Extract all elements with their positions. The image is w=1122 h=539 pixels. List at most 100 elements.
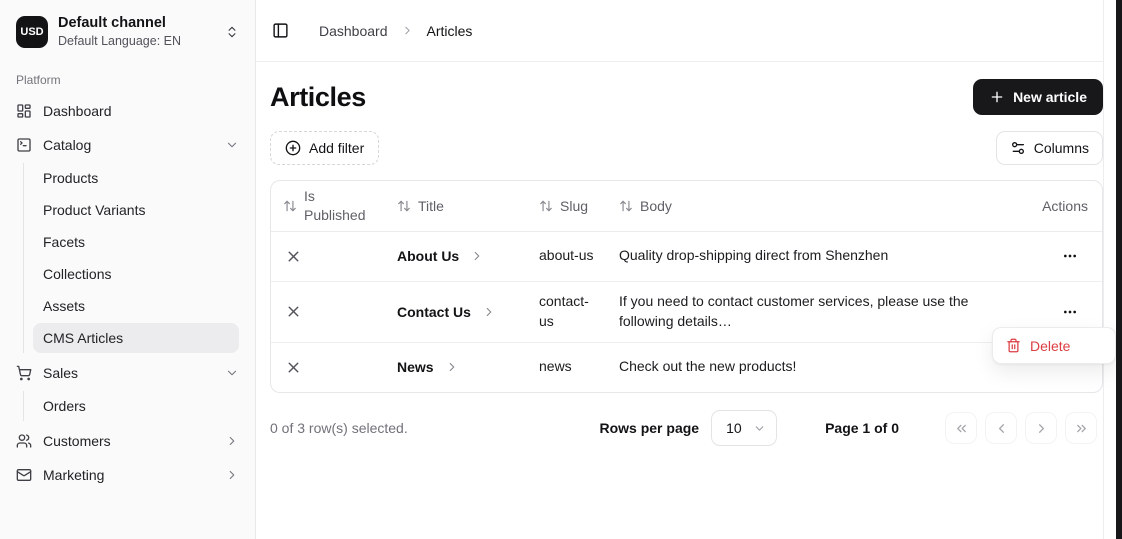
- sidebar-item-cms-articles[interactable]: CMS Articles: [33, 323, 239, 353]
- rows-per-page-label: Rows per page: [599, 420, 699, 436]
- sidebar-item-catalog[interactable]: Catalog: [16, 129, 239, 161]
- add-filter-label: Add filter: [309, 140, 364, 156]
- sidebar-item-label: Product Variants: [43, 202, 145, 218]
- arrow-up-down-icon: [619, 199, 633, 213]
- sort-header-slug[interactable]: Slug: [539, 198, 595, 214]
- chevron-down-icon: [753, 422, 766, 435]
- topbar: Dashboard Articles: [256, 0, 1103, 62]
- chevrons-up-down-icon: [225, 25, 239, 39]
- sidebar-item-assets[interactable]: Assets: [33, 291, 239, 321]
- article-title-link[interactable]: Contact Us: [397, 304, 515, 320]
- sidebar-item-label: Dashboard: [43, 103, 112, 119]
- row-context-menu-delete[interactable]: Delete: [992, 327, 1116, 364]
- sidebar-item-products[interactable]: Products: [33, 163, 239, 193]
- article-slug: about-us: [527, 231, 607, 281]
- sidebar-item-customers[interactable]: Customers: [16, 425, 239, 457]
- circle-plus-icon: [285, 140, 301, 156]
- article-title-link[interactable]: News: [397, 359, 515, 375]
- arrow-up-down-icon: [397, 199, 411, 213]
- sidebar-item-label: Assets: [43, 298, 85, 314]
- breadcrumb-articles: Articles: [427, 23, 473, 39]
- sort-header-body[interactable]: Body: [619, 198, 1006, 214]
- last-page-button[interactable]: [1065, 412, 1097, 444]
- sidebar-item-label: Products: [43, 170, 98, 186]
- sidebar-item-label: Collections: [43, 266, 111, 282]
- first-page-button[interactable]: [945, 412, 977, 444]
- channel-currency-badge: USD: [16, 16, 48, 48]
- row-actions-menu-button[interactable]: [1058, 300, 1082, 324]
- panel-left-toggle-icon[interactable]: [272, 22, 289, 39]
- column-header-label: Is Published: [304, 187, 366, 225]
- articles-table: Is Published Title: [270, 180, 1103, 393]
- chevron-down-icon: [225, 138, 239, 152]
- chevron-right-icon: [445, 360, 459, 374]
- plus-icon: [989, 89, 1005, 105]
- chevrons-left-icon: [954, 421, 969, 436]
- sidebar-item-label: Customers: [43, 433, 111, 449]
- article-title-link[interactable]: About Us: [397, 248, 515, 264]
- sidebar-item-collections[interactable]: Collections: [33, 259, 239, 289]
- column-header-actions: Actions: [1018, 181, 1102, 231]
- article-body: Check out the new products!: [607, 342, 1018, 392]
- sort-header-title[interactable]: Title: [397, 198, 515, 214]
- arrow-up-down-icon: [283, 199, 297, 213]
- new-article-button[interactable]: New article: [973, 79, 1103, 115]
- table-footer: 0 of 3 row(s) selected. Rows per page 10…: [270, 405, 1103, 451]
- next-page-button[interactable]: [1025, 412, 1057, 444]
- sidebar-item-label: CMS Articles: [43, 330, 123, 346]
- row-actions-menu-button[interactable]: [1058, 244, 1082, 268]
- page-title: Articles: [270, 82, 366, 113]
- sidebar-item-orders[interactable]: Orders: [33, 391, 239, 421]
- square-terminal-icon: [16, 137, 33, 153]
- is-published-cell: [271, 342, 385, 392]
- more-horizontal-icon: [1062, 248, 1078, 264]
- sidebar-item-label: Sales: [43, 365, 78, 381]
- chevron-right-icon: [225, 434, 239, 448]
- channel-name: Default channel: [58, 14, 181, 33]
- chevron-down-icon: [225, 366, 239, 380]
- page-info-text: Page 1 of 0: [825, 420, 899, 436]
- delete-menu-label: Delete: [1030, 338, 1070, 354]
- more-horizontal-icon: [1062, 304, 1078, 320]
- sidebar-item-sales[interactable]: Sales: [16, 357, 239, 389]
- column-header-label: Body: [640, 198, 672, 214]
- rows-per-page-select[interactable]: 10: [711, 410, 777, 446]
- article-body: Quality drop-shipping direct from Shenzh…: [607, 231, 1018, 281]
- x-icon: [285, 303, 373, 320]
- x-icon: [285, 359, 373, 376]
- sidebar-item-marketing[interactable]: Marketing: [16, 459, 239, 491]
- article-body: If you need to contact customer services…: [607, 281, 1018, 342]
- channel-switcher[interactable]: USD Default channel Default Language: EN: [16, 8, 239, 59]
- pagination-controls: [945, 412, 1097, 444]
- sort-header-is-published[interactable]: Is Published: [283, 187, 373, 225]
- is-published-cell: [271, 231, 385, 281]
- sales-subnav: Orders: [23, 391, 239, 421]
- page-content: Articles New article Add filter: [256, 62, 1103, 539]
- add-filter-button[interactable]: Add filter: [270, 131, 379, 165]
- users-icon: [16, 433, 33, 449]
- table-row: About Us about-us Quality drop-shipping …: [271, 231, 1102, 281]
- sidebar-nav: Dashboard Catalog Products Product Varia…: [16, 95, 239, 491]
- article-slug: contact-us: [527, 281, 607, 342]
- sidebar-item-label: Orders: [43, 398, 86, 414]
- columns-button[interactable]: Columns: [996, 131, 1103, 165]
- chevron-right-icon: [470, 249, 484, 263]
- arrow-up-down-icon: [539, 199, 553, 213]
- article-title: Contact Us: [397, 304, 471, 320]
- sidebar: USD Default channel Default Language: EN…: [0, 0, 256, 539]
- channel-language: Default Language: EN: [58, 33, 181, 49]
- sidebar-item-facets[interactable]: Facets: [33, 227, 239, 257]
- main-area: Dashboard Articles Articles New article: [256, 0, 1122, 539]
- article-slug: news: [527, 342, 607, 392]
- selection-count-text: 0 of 3 row(s) selected.: [270, 420, 408, 436]
- table-row: Contact Us contact-us If you need to con…: [271, 281, 1102, 342]
- previous-page-button[interactable]: [985, 412, 1017, 444]
- chevron-right-icon: [225, 468, 239, 482]
- chevron-left-icon: [994, 421, 1009, 436]
- sidebar-item-dashboard[interactable]: Dashboard: [16, 95, 239, 127]
- columns-label: Columns: [1034, 140, 1089, 156]
- app-window: USD Default channel Default Language: EN…: [0, 0, 1122, 539]
- vertical-scrollbar[interactable]: [1116, 0, 1122, 539]
- sidebar-item-product-variants[interactable]: Product Variants: [33, 195, 239, 225]
- breadcrumb-dashboard[interactable]: Dashboard: [319, 23, 388, 39]
